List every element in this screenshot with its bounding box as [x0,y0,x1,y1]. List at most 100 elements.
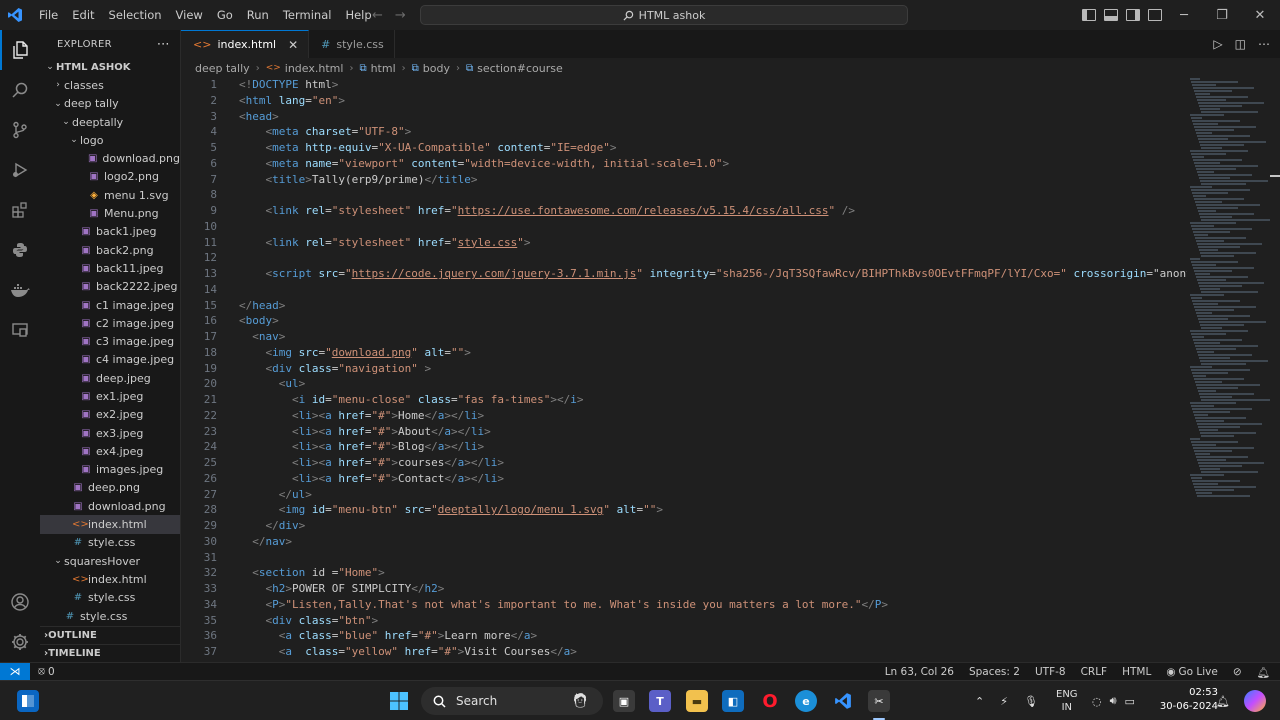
more-actions-icon[interactable]: ⋯ [1258,37,1270,51]
extensions-icon[interactable] [0,190,40,230]
tree-folder[interactable]: ⌄ squaresHover [40,552,180,570]
run-icon[interactable]: ▷ [1213,37,1222,51]
tree-file[interactable]: ▣ back11.jpeg [40,259,180,277]
tree-file[interactable]: # style.css [40,607,180,625]
run-and-debug-icon[interactable] [0,150,40,190]
close-window-button[interactable]: ✕ [1240,0,1280,30]
microsoft-store-icon[interactable]: ◧ [722,690,744,712]
menu-view[interactable]: View [169,0,210,30]
breadcrumb-html[interactable]: html [371,62,396,75]
menu-run[interactable]: Run [240,0,276,30]
tree-file[interactable]: ▣ deep.png [40,479,180,497]
tree-file[interactable]: ▣ c1 image.jpeg [40,296,180,314]
more-actions-icon[interactable]: ⋯ [157,37,170,52]
copilot-icon[interactable]: ⊘ [1233,666,1242,678]
source-control-icon[interactable] [0,110,40,150]
forward-arrow-icon[interactable]: → [395,8,406,23]
tree-file[interactable]: ▣ ex1.jpeg [40,387,180,405]
breadcrumb-folder[interactable]: deep tally [195,62,250,75]
outline-section[interactable]: › OUTLINE [40,626,180,644]
tree-file[interactable]: ▣ images.jpeg [40,461,180,479]
widgets-icon[interactable] [17,690,39,712]
close-tab-icon[interactable]: ✕ [288,38,298,52]
tree-file[interactable]: ▣ deep.jpeg [40,369,180,387]
tray-app-icon[interactable]: ⚡︎ [1000,695,1008,708]
code-editor[interactable]: 1 <!DOCTYPE html> 2 <html lang="en"> 3 <head>… [181,77,1187,662]
task-view-icon[interactable]: ▣ [613,690,635,712]
tree-file[interactable]: # style.css [40,534,180,552]
tree-file[interactable]: ▣ logo2.png [40,168,180,186]
breadcrumb-file[interactable]: index.html [285,62,344,75]
scrollbar-thumb[interactable] [1270,175,1280,177]
copilot-taskbar-icon[interactable] [1244,690,1266,712]
chevron-up-icon[interactable]: ⌃ [975,695,984,708]
cursor-position[interactable]: Ln 63, Col 26 [885,666,954,678]
menu-go[interactable]: Go [210,0,240,30]
teams-icon[interactable]: T [649,690,671,712]
docker-icon[interactable] [0,270,40,310]
opera-icon[interactable]: O [759,690,781,712]
file-explorer-icon[interactable]: ▬ [686,690,708,712]
tree-folder[interactable]: ⌄ logo [40,131,180,149]
tab-index-html[interactable]: <> index.html ✕ [181,30,310,58]
tree-folder[interactable]: ⌄ deeptally [40,113,180,131]
search-icon[interactable] [0,70,40,110]
notifications-bell-icon[interactable]: 🔔︎ [1257,666,1270,679]
vscode-taskbar-icon[interactable] [832,690,854,712]
breadcrumb-body[interactable]: body [423,62,450,75]
tree-file[interactable]: ▣ ex3.jpeg [40,424,180,442]
tree-file[interactable]: ▣ download.png [40,149,180,167]
split-editor-icon[interactable]: ◫ [1235,37,1246,51]
workspace-root[interactable]: ⌄ HTML ASHOK [40,58,180,76]
back-arrow-icon[interactable]: ← [372,8,383,23]
tree-file[interactable]: ▣ ex4.jpeg [40,442,180,460]
tree-folder[interactable]: › classes [40,76,180,94]
restore-button[interactable]: ❐ [1202,0,1242,30]
minimize-button[interactable]: ─ [1164,0,1204,30]
toggle-primary-sidebar-icon[interactable] [1082,9,1096,21]
tab-style-css[interactable]: # style.css [309,30,395,58]
windows-start-icon[interactable] [388,690,410,712]
tree-file[interactable]: <> index.html [40,570,180,588]
explorer-icon[interactable] [0,30,40,70]
microphone-icon[interactable]: 🎙︎ [1024,695,1038,708]
snipping-tool-icon[interactable]: ✂ [868,690,890,712]
tree-file[interactable]: ▣ download.png [40,497,180,515]
taskbar-clock[interactable]: 02:53 30-06-2024 [1158,686,1218,714]
timeline-section[interactable]: › TIMELINE [40,644,180,662]
indentation[interactable]: Spaces: 2 [969,666,1020,678]
notifications-icon[interactable]: 🔔︎ [1216,681,1230,720]
tree-file[interactable]: ▣ c2 image.jpeg [40,314,180,332]
tree-file[interactable]: ▣ Menu.png [40,204,180,222]
python-icon[interactable] [0,230,40,270]
tree-file[interactable]: ◈ menu 1.svg [40,186,180,204]
tree-folder[interactable]: ⌄ deep tally [40,95,180,113]
toggle-secondary-sidebar-icon[interactable] [1126,9,1140,21]
toggle-panel-icon[interactable] [1104,9,1118,21]
tree-file[interactable]: ▣ back2222.jpeg [40,278,180,296]
minimap[interactable] [1188,77,1270,517]
encoding[interactable]: UTF-8 [1035,666,1066,678]
tree-file[interactable]: ▣ c3 image.jpeg [40,332,180,350]
menu-selection[interactable]: Selection [102,0,169,30]
settings-gear-icon[interactable] [0,622,40,662]
remote-explorer-icon[interactable] [0,310,40,350]
go-live-button[interactable]: ◉ Go Live [1166,666,1218,678]
tree-file[interactable]: # style.css [40,589,180,607]
tree-file[interactable]: ▣ c4 image.jpeg [40,351,180,369]
command-center-search[interactable]: HTML ashok [420,5,908,25]
language-mode[interactable]: HTML [1122,666,1151,678]
problems-indicator[interactable]: ⦻ 0 [38,665,55,678]
taskbar-search[interactable]: Search 🧑︎ [421,687,603,715]
language-indicator[interactable]: ENG IN [1056,681,1078,720]
remote-indicator-icon[interactable]: ⋊ [0,662,30,681]
menu-file[interactable]: File [32,0,65,30]
tree-file[interactable]: ▣ back1.jpeg [40,223,180,241]
editor-scrollbar[interactable] [1270,77,1280,662]
menu-edit[interactable]: Edit [65,0,101,30]
breadcrumb-section[interactable]: section#course [477,62,563,75]
accounts-icon[interactable] [0,582,40,622]
customize-layout-icon[interactable] [1148,9,1162,21]
end-of-line[interactable]: CRLF [1081,666,1108,678]
tree-file[interactable]: ▣ ex2.jpeg [40,406,180,424]
